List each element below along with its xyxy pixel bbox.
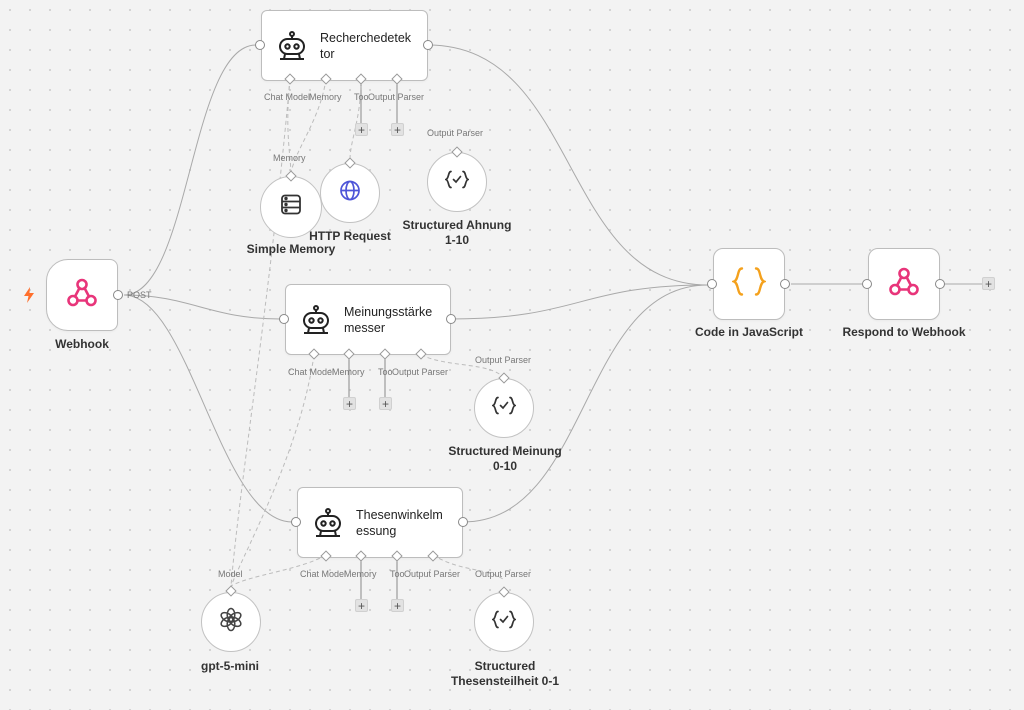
simple-memory-caption: Simple Memory [246,242,336,256]
webhook-output-port[interactable] [113,290,123,300]
braces-icon [730,267,768,302]
structured-meinung-caption: Structured Meinung 0-10 [448,444,562,473]
add-tool-button[interactable]: + [379,397,392,410]
label-memory: Memory [309,92,342,102]
recherche-output-port[interactable] [423,40,433,50]
agent-node-recherchedetektor[interactable]: Recherchedetek tor [261,10,428,81]
database-icon [280,194,302,221]
webhook-node[interactable] [46,259,118,331]
respond-webhook-node[interactable] [868,248,940,320]
gpt-model-caption: gpt-5-mini [201,659,259,673]
agent-node-thesenwinkelmessung[interactable]: Thesenwinkelm essung [297,487,463,558]
add-node-button[interactable]: + [982,277,995,290]
structured-ahnung-port-label: Output Parser [427,128,484,138]
meinung-output-port[interactable] [446,314,456,324]
respond-input-port[interactable] [862,279,872,289]
simple-memory-port-label: Memory [273,153,306,163]
code-check-icon [490,396,518,421]
gpt-model-node[interactable] [201,592,261,652]
gpt-model-port-label: Model [218,569,243,579]
structured-meinung-port-label: Output Parser [475,355,532,365]
thesen-output-port[interactable] [458,517,468,527]
code-check-icon [443,170,471,195]
add-tool-button[interactable]: + [355,123,368,136]
respond-webhook-caption: Respond to Webhook [842,325,966,339]
trigger-lightning-icon [22,287,36,303]
webhook-icon [887,265,921,304]
http-request-node[interactable] [320,163,380,223]
code-javascript-caption: Code in JavaScript [694,325,804,339]
add-memory-button[interactable]: + [355,599,368,612]
webhook-caption: Webhook [55,337,109,351]
globe-icon [339,180,361,207]
respond-output-port[interactable] [935,279,945,289]
add-output-parser-button[interactable]: + [391,123,404,136]
structured-ahnung-node[interactable] [427,152,487,212]
label-tool: Tool [378,367,393,377]
structured-ahnung-caption: Structured Ahnung 1-10 [402,218,512,247]
label-output-parser: Output Parser [368,92,425,102]
agent-title: Recherchedetek tor [320,30,412,61]
agent-node-meinungsstaerkemesser[interactable]: Meinungsstärke messer [285,284,451,355]
openai-icon [218,607,244,638]
add-memory-button[interactable]: + [343,397,356,410]
robot-icon [312,507,344,539]
agent-title: Thesenwinkelm essung [356,507,443,538]
structured-thesen-caption: Structured Thesensteilheit 0-1 [450,659,560,688]
recherche-input-port[interactable] [255,40,265,50]
structured-thesen-node[interactable] [474,592,534,652]
label-chat-model: Chat Model [300,569,346,579]
label-chat-model: Chat Model [264,92,310,102]
robot-icon [300,304,332,336]
robot-icon [276,30,308,62]
label-tool: Tool [354,92,369,102]
structured-thesen-port-label: Output Parser [475,569,532,579]
label-chat-model: Chat Model [288,367,334,377]
code-check-icon [490,610,518,635]
agent-title: Meinungsstärke messer [344,304,433,335]
label-tool: Tool [390,569,405,579]
thesen-input-port[interactable] [291,517,301,527]
code-output-port[interactable] [780,279,790,289]
webhook-icon [65,276,99,315]
code-javascript-node[interactable] [713,248,785,320]
label-output-parser: Output Parser [392,367,449,377]
label-output-parser: Output Parser [404,569,461,579]
label-memory: Memory [332,367,365,377]
add-tool-button[interactable]: + [391,599,404,612]
structured-meinung-node[interactable] [474,378,534,438]
webhook-output-label: POST [127,290,152,300]
code-input-port[interactable] [707,279,717,289]
label-memory: Memory [344,569,377,579]
meinung-input-port[interactable] [279,314,289,324]
